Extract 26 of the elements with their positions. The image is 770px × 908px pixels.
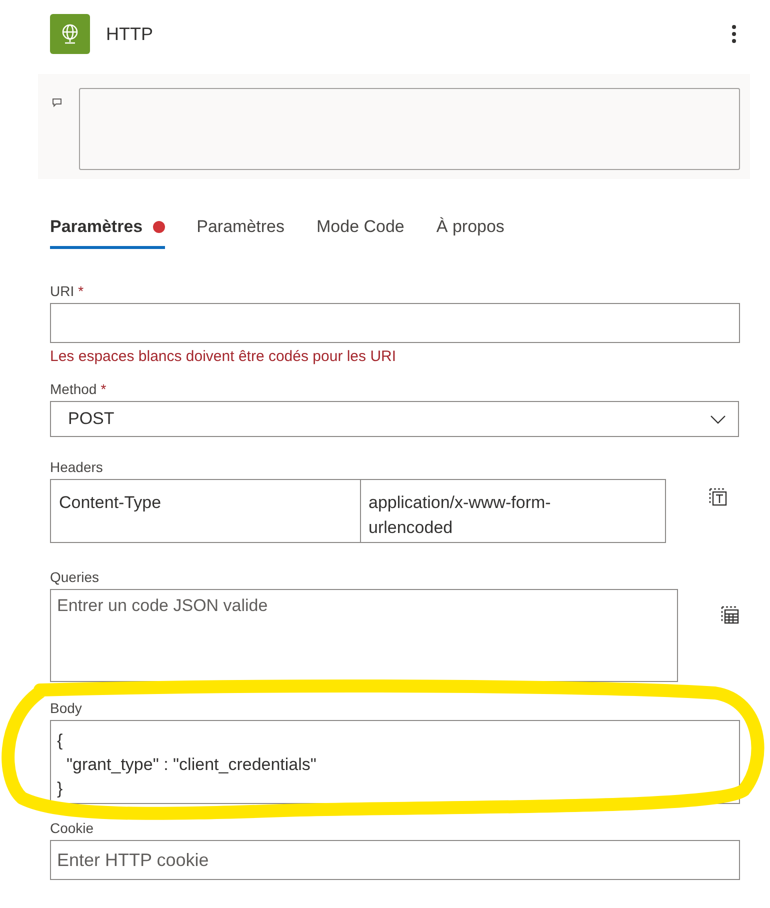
method-dropdown[interactable]: POST — [50, 401, 739, 437]
field-label: Headers — [50, 459, 103, 475]
field-label: Method * — [50, 381, 106, 397]
table-mode-icon[interactable] — [720, 605, 740, 625]
field-label: URI * — [50, 283, 84, 299]
header-value-cell[interactable]: application/x-www-form-urlencoded — [360, 480, 665, 542]
comment-field[interactable] — [79, 88, 740, 170]
chevron-down-icon — [710, 414, 726, 424]
cookie-field[interactable]: Enter HTTP cookie — [50, 840, 740, 880]
tab[interactable]: À propos — [436, 217, 504, 249]
tab[interactable]: Mode Code — [316, 217, 404, 249]
tab[interactable]: Paramètres — [196, 217, 284, 249]
action-title: HTTP — [106, 24, 154, 44]
tab[interactable]: Paramètres — [50, 217, 165, 249]
globe-logo-icon — [50, 14, 90, 54]
field-label: Queries — [50, 569, 100, 585]
field-label: Cookie — [50, 820, 94, 836]
text-mode-icon[interactable] — [708, 487, 728, 507]
uri-field[interactable] — [50, 303, 740, 343]
header-key-cell[interactable]: Content-Type — [51, 480, 360, 542]
queries-field[interactable]: Entrer un code JSON valide — [50, 589, 678, 682]
field-label: Body — [50, 700, 82, 716]
more-icon — [732, 25, 736, 43]
error-message: Les espaces blancs doivent être codés pour les URI — [50, 348, 398, 365]
body-field[interactable]: { "grant_type" : "client_credentials" } — [50, 720, 740, 804]
comment-icon — [52, 98, 62, 108]
